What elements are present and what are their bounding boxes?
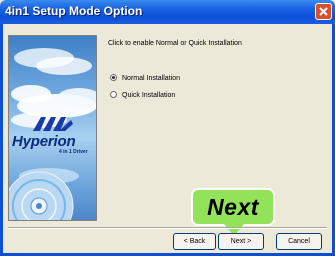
side-banner: Hyperion 4 in 1 Driver <box>8 35 97 221</box>
instruction-text: Click to enable Normal or Quick Installa… <box>108 40 242 47</box>
hyperion-subtitle: 4 in 1 Driver <box>59 149 88 155</box>
window-frame-left <box>0 24 3 256</box>
cancel-button[interactable]: Cancel <box>276 233 322 250</box>
option-quick-installation[interactable]: Quick Installation <box>110 91 175 99</box>
radio-normal[interactable] <box>110 74 117 81</box>
close-icon <box>319 7 328 16</box>
next-button[interactable]: Next > <box>218 233 264 250</box>
back-button[interactable]: < Back <box>173 233 216 250</box>
window-title: 4in1 Setup Mode Option <box>5 4 143 18</box>
hyperion-logo-text: Hyperion <box>12 133 76 150</box>
option-normal-label: Normal Installation <box>122 75 180 82</box>
title-bar[interactable]: 4in1 Setup Mode Option <box>0 0 335 24</box>
next-callout-text: Next <box>207 193 259 220</box>
radio-quick[interactable] <box>110 91 117 98</box>
footer-separator <box>8 227 327 229</box>
setup-dialog: 4in1 Setup Mode Option Hyperion 4 in 1 D… <box>0 0 335 256</box>
option-normal-installation[interactable]: Normal Installation <box>110 74 180 82</box>
next-callout: Next <box>191 188 275 226</box>
option-quick-label: Quick Installation <box>122 92 176 99</box>
via-logo-icon <box>33 117 73 131</box>
close-button[interactable] <box>315 3 332 20</box>
